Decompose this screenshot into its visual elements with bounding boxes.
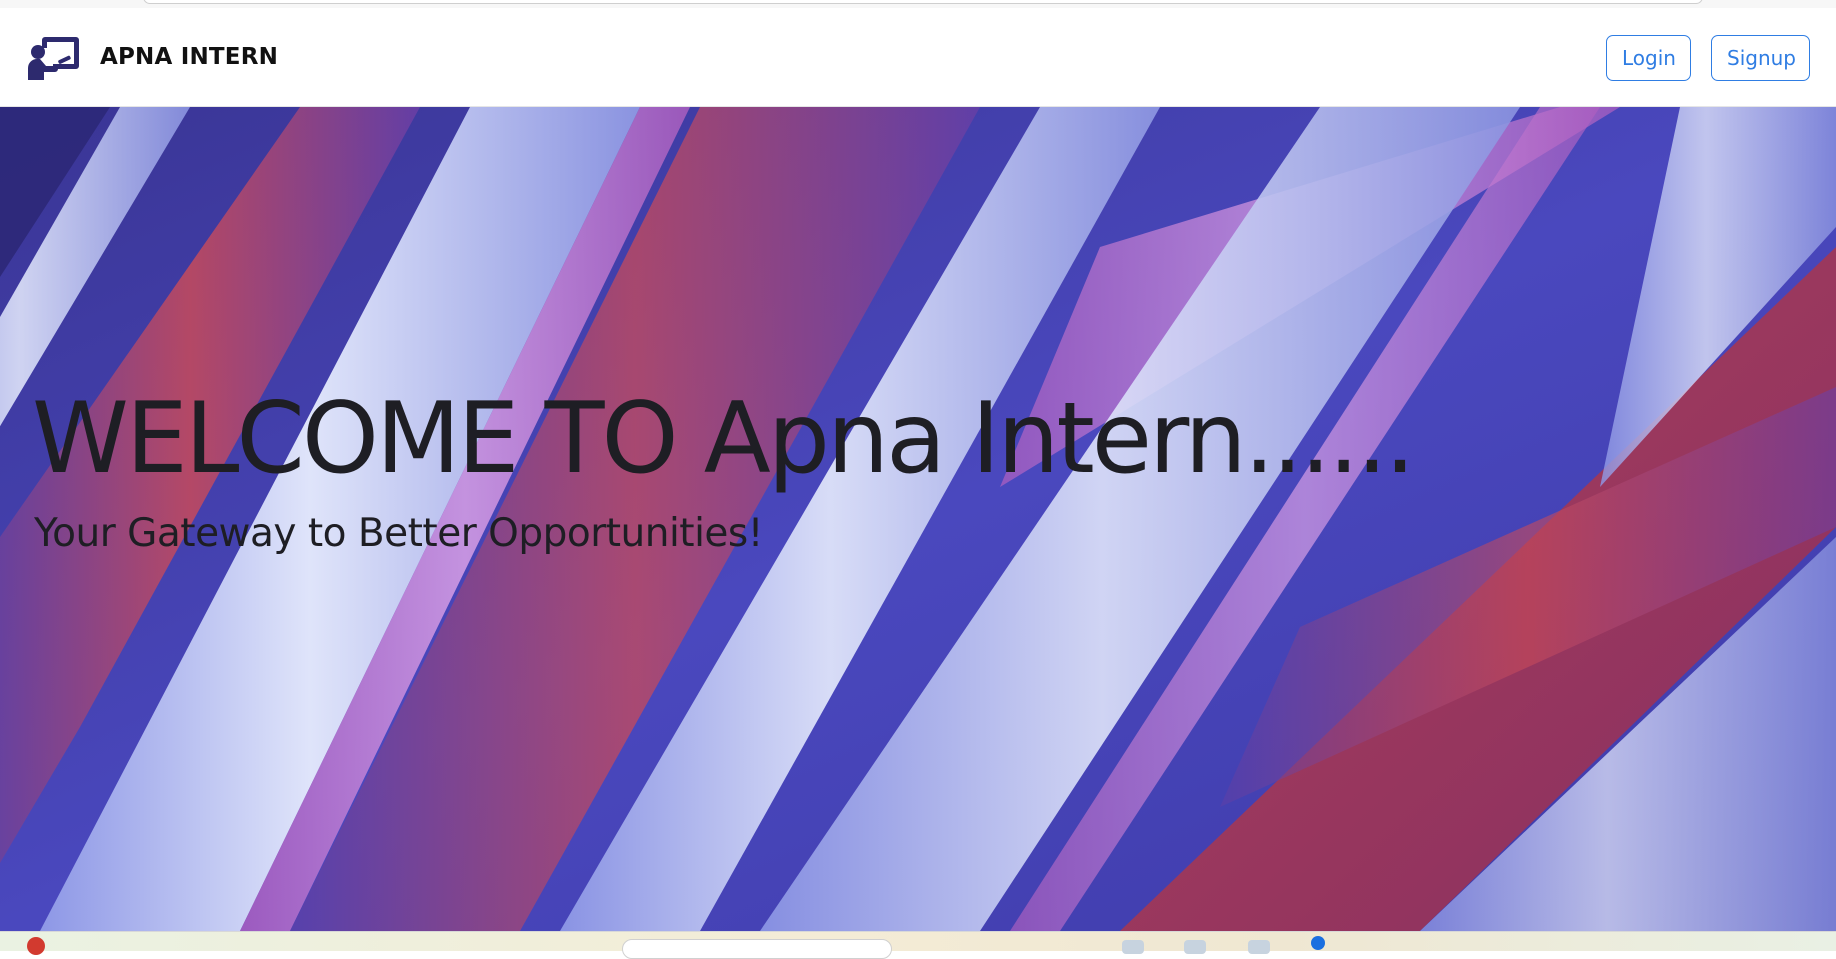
taskbar-app-icon[interactable]: [1184, 940, 1206, 954]
taskbar-app-icon[interactable]: [1122, 940, 1144, 954]
brand[interactable]: APNA INTERN: [28, 34, 278, 80]
os-taskbar: [0, 931, 1836, 959]
hero-banner: WELCOME TO Apna Intern...... Your Gatewa…: [0, 107, 1836, 931]
navbar: APNA INTERN Login Signup: [0, 8, 1836, 107]
browser-chrome-strip: [0, 0, 1836, 8]
brand-name: APNA INTERN: [100, 44, 279, 70]
browser-address-bar[interactable]: [143, 0, 1703, 4]
signup-button[interactable]: Signup: [1711, 35, 1810, 81]
notification-badge-icon: [1311, 936, 1325, 950]
hero-title: WELCOME TO Apna Intern......: [32, 382, 1416, 496]
weather-badge-icon[interactable]: [27, 937, 45, 955]
taskbar-search-box[interactable]: [622, 939, 892, 959]
login-button[interactable]: Login: [1606, 35, 1691, 81]
hero-subtitle: Your Gateway to Better Opportunities!: [34, 511, 763, 556]
teacher-presentation-icon: [28, 37, 79, 80]
taskbar-app-icon[interactable]: [1248, 940, 1270, 954]
